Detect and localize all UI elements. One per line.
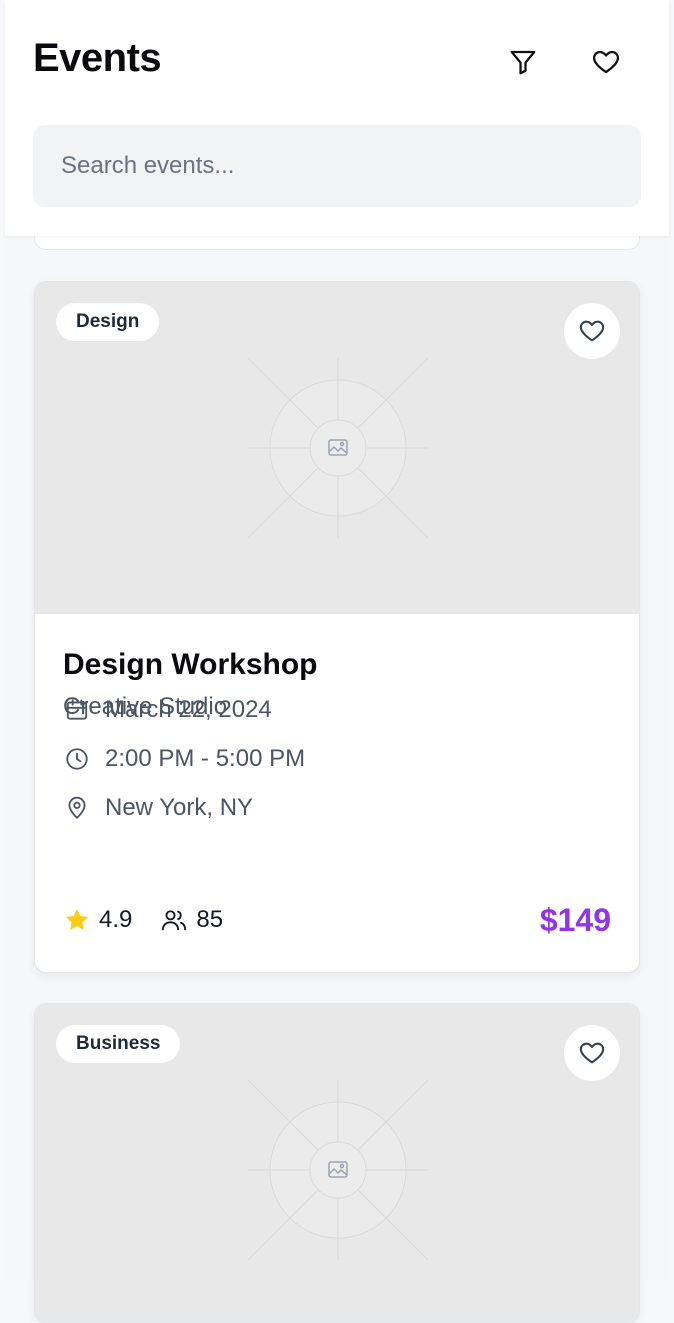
map-pin-icon <box>63 794 91 822</box>
heart-icon <box>593 50 619 74</box>
favorites-button[interactable] <box>586 42 626 82</box>
filter-button[interactable] <box>503 42 543 82</box>
attendee-count: 85 <box>196 906 224 933</box>
rating-value: 4.9 <box>99 906 133 933</box>
event-title: Design Workshop <box>63 648 318 681</box>
favorite-toggle-button[interactable] <box>564 303 620 359</box>
category-badge: Design <box>56 303 160 341</box>
event-date: March 22, 2024 <box>105 696 272 723</box>
event-image: Business <box>35 1004 639 1322</box>
category-badge: Business <box>56 1025 181 1063</box>
event-location: New York, NY <box>105 794 254 821</box>
event-rating: 4.9 <box>63 906 132 934</box>
heart-icon <box>579 1042 605 1064</box>
event-time-row: 2:00 PM - 5:00 PM <box>63 744 305 774</box>
app-header: Events <box>5 0 669 236</box>
image-placeholder-icon <box>247 357 429 539</box>
image-placeholder-icon <box>247 1079 429 1261</box>
calendar-icon <box>63 696 91 724</box>
users-icon <box>162 910 187 931</box>
event-card[interactable]: Business <box>34 1003 640 1323</box>
event-card[interactable]: Design Design Workshop Creative Studio M… <box>34 281 640 973</box>
filter-icon <box>510 50 536 75</box>
event-time: 2:00 PM - 5:00 PM <box>105 745 306 772</box>
event-location-row: New York, NY <box>63 793 253 823</box>
search-input[interactable] <box>33 125 641 207</box>
event-image: Design <box>35 282 639 614</box>
favorite-toggle-button[interactable] <box>564 1025 620 1081</box>
heart-icon <box>579 320 605 342</box>
star-icon <box>65 908 89 931</box>
event-price: $149 <box>539 901 611 938</box>
event-date-row: March 22, 2024 <box>63 695 272 725</box>
event-footer: 4.9 85 $149 <box>63 898 611 942</box>
page-title: Events <box>33 36 162 80</box>
event-attendees: 85 <box>160 906 223 934</box>
clock-icon <box>63 745 91 773</box>
